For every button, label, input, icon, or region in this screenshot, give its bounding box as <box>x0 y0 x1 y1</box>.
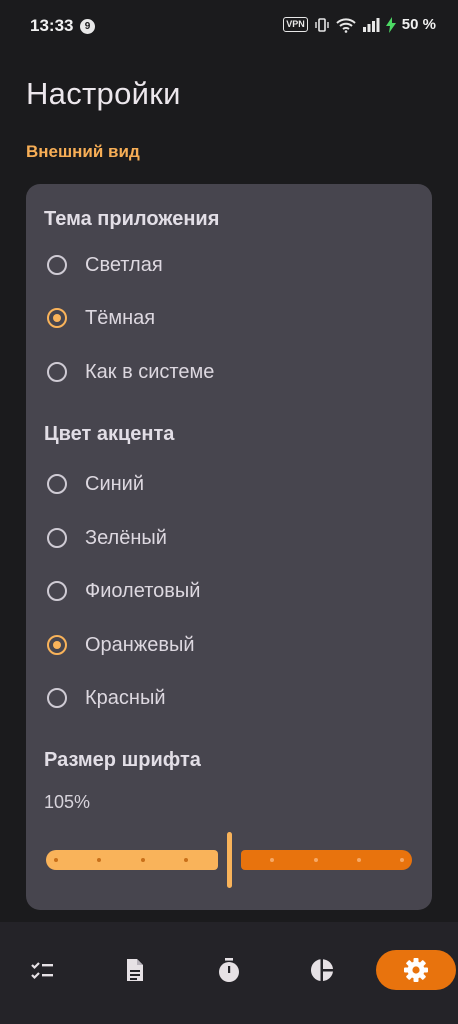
vibrate-icon <box>315 17 329 32</box>
slider-tick <box>314 858 318 862</box>
radio-label: Красный <box>85 686 166 709</box>
radio-label: Зелёный <box>85 526 167 549</box>
radio-label: Оранжевый <box>85 633 195 656</box>
theme-group-title: Тема приложения <box>44 208 220 230</box>
radio-button[interactable] <box>47 255 67 275</box>
vpn-icon: VPN <box>283 17 308 32</box>
radio-button[interactable] <box>47 688 67 708</box>
notification-count-badge: 9 <box>80 19 95 34</box>
nav-settings[interactable] <box>376 950 456 990</box>
gear-icon <box>404 958 428 982</box>
slider-tick <box>270 858 274 862</box>
nav-tasks[interactable] <box>2 950 82 990</box>
timer-icon <box>219 958 239 982</box>
slider-tick <box>97 858 101 862</box>
radio-label: Синий <box>85 472 145 495</box>
slider-tick <box>400 858 404 862</box>
nav-timer[interactable] <box>189 950 269 990</box>
radio-label: Как в системе <box>85 360 215 383</box>
accent-option-blue[interactable]: Синий <box>44 464 414 504</box>
page-title: Настройки <box>26 76 181 111</box>
font-size-value: 105% <box>44 792 91 812</box>
checklist-icon <box>31 962 53 980</box>
signal-icon <box>362 17 380 32</box>
section-label-appearance: Внешний вид <box>26 142 140 161</box>
nav-statistics[interactable] <box>282 950 362 990</box>
accent-option-green[interactable]: Зелёный <box>44 518 414 558</box>
slider-tick <box>184 858 188 862</box>
accent-option-purple[interactable]: Фиолетовый <box>44 571 414 611</box>
slider-tick <box>357 858 361 862</box>
radio-button[interactable] <box>47 581 67 601</box>
accent-option-red[interactable]: Красный <box>44 678 414 718</box>
radio-button[interactable] <box>47 308 67 328</box>
theme-option-system[interactable]: Как в системе <box>44 352 414 392</box>
status-icons: VPN 50 % <box>283 16 436 33</box>
radio-button[interactable] <box>47 362 67 382</box>
pie-chart-icon <box>310 959 333 981</box>
slider-active-track[interactable] <box>46 850 218 870</box>
slider-tick <box>54 858 58 862</box>
radio-label: Фиолетовый <box>85 579 201 602</box>
theme-option-light[interactable]: Светлая <box>44 245 414 285</box>
nav-notes[interactable] <box>94 950 174 990</box>
radio-label: Тёмная <box>85 306 156 329</box>
radio-button[interactable] <box>47 528 67 548</box>
radio-button[interactable] <box>47 474 67 494</box>
accent-group-title: Цвет акцента <box>44 423 175 445</box>
radio-label: Светлая <box>85 253 163 276</box>
font-size-title: Размер шрифта <box>44 749 201 771</box>
battery-percent: 50 % <box>401 16 436 33</box>
accent-option-orange[interactable]: Оранжевый <box>44 625 414 665</box>
document-icon <box>127 959 143 981</box>
slider-inactive-track[interactable] <box>241 850 412 870</box>
font-size-slider[interactable] <box>46 830 412 890</box>
bottom-navigation <box>0 922 458 1024</box>
theme-option-dark[interactable]: Тёмная <box>44 298 414 338</box>
wifi-icon <box>336 17 356 33</box>
slider-tick <box>141 858 145 862</box>
slider-thumb[interactable] <box>227 832 232 888</box>
status-bar: 13:33 9 VPN 50 % <box>0 0 458 56</box>
radio-button[interactable] <box>47 635 67 655</box>
appearance-card: Тема приложения Светлая Тёмная Как в сис… <box>26 184 432 910</box>
status-time: 13:33 <box>30 16 74 35</box>
charging-icon <box>385 16 396 33</box>
